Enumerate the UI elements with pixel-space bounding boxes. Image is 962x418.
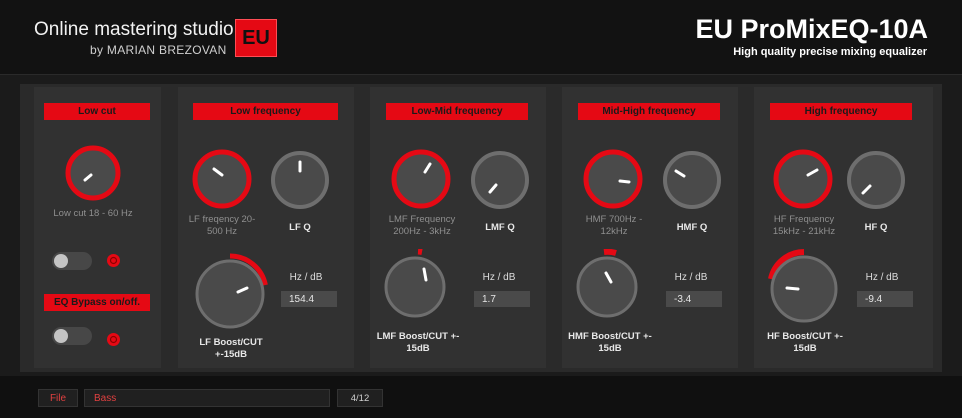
hf-q-caption: HF Q — [864, 222, 888, 233]
lmf-value-display: 1.7 — [474, 291, 530, 307]
hf-frequency-caption: HF Frequency 15kHz - 21kHz — [772, 214, 836, 237]
low-cut-toggle[interactable] — [52, 252, 92, 270]
low-cut-knob-caption: Low cut 18 - 60 Hz — [53, 208, 133, 219]
product-title: EU ProMixEQ-10A — [695, 14, 928, 44]
lf-hz-db-label: Hz / dB — [289, 272, 323, 283]
studio-subtitle: by MARIAN BREZOVAN — [90, 43, 227, 57]
hf-gain-caption: HF Boost/CUT +- 15dB — [767, 331, 843, 354]
hmf-gain-knob[interactable] — [576, 249, 638, 321]
low-cut-label: Low cut — [44, 103, 150, 120]
lmf-frequency-knob[interactable] — [390, 148, 452, 210]
mid-high-frequency-label: Mid-High frequency — [578, 103, 720, 120]
eq-bypass-led-icon[interactable] — [106, 332, 121, 347]
panel-low-frequency: Low frequency LF freqency 20-500 Hz LF Q… — [178, 87, 354, 368]
eq-bypass-toggle[interactable] — [52, 327, 92, 345]
hf-value-display: -9.4 — [857, 291, 913, 307]
hmf-q-caption: HMF Q — [676, 222, 708, 233]
file-button[interactable]: File — [38, 389, 78, 407]
low-cut-knob[interactable] — [63, 143, 123, 203]
panel-low-cut: Low cut Low cut 18 - 60 Hz EQ Bypass on/… — [34, 87, 161, 368]
lmf-hz-db-label: Hz / dB — [482, 272, 516, 283]
high-frequency-label: High frequency — [770, 103, 912, 120]
eu-logo: EU — [235, 19, 277, 57]
lf-q-caption: LF Q — [289, 222, 311, 233]
product-subtitle: High quality precise mixing equalizer — [733, 46, 927, 58]
low-cut-led-icon[interactable] — [106, 253, 121, 268]
preset-name-field[interactable]: Bass — [84, 389, 330, 407]
hmf-frequency-caption: HMF 700Hz - 12kHz — [585, 214, 643, 237]
hmf-q-knob[interactable] — [662, 150, 722, 210]
panel-high-frequency: High frequency HF Frequency 15kHz - 21kH… — [754, 87, 933, 368]
hf-frequency-knob[interactable] — [772, 148, 834, 210]
hmf-frequency-knob[interactable] — [582, 148, 644, 210]
lf-frequency-knob[interactable] — [191, 148, 253, 210]
panel-low-mid-frequency: Low-Mid frequency LMF Frequency 200Hz - … — [370, 87, 546, 368]
lmf-q-knob[interactable] — [470, 150, 530, 210]
panel-mid-high-frequency: Mid-High frequency HMF 700Hz - 12kHz HMF… — [562, 87, 738, 368]
lf-gain-caption: LF Boost/CUT +-15dB — [199, 337, 263, 360]
lmf-q-caption: LMF Q — [485, 222, 515, 233]
preset-page-counter: 4/12 — [337, 389, 383, 407]
lf-q-knob[interactable] — [270, 150, 330, 210]
low-frequency-label: Low frequency — [193, 103, 338, 120]
studio-title: Online mastering studio — [34, 19, 234, 40]
hmf-value-display: -3.4 — [666, 291, 722, 307]
lf-gain-knob[interactable] — [191, 253, 269, 331]
low-mid-frequency-label: Low-Mid frequency — [386, 103, 528, 120]
lf-frequency-caption: LF freqency 20-500 Hz — [188, 214, 256, 237]
hf-q-knob[interactable] — [846, 150, 906, 210]
hf-hz-db-label: Hz / dB — [865, 272, 899, 283]
toggle-thumb — [54, 329, 68, 343]
lmf-frequency-caption: LMF Frequency 200Hz - 3kHz — [388, 214, 456, 237]
hmf-gain-caption: HMF Boost/CUT +- 15dB — [568, 331, 652, 354]
toggle-thumb — [54, 254, 68, 268]
header-bar: Online mastering studio by MARIAN BREZOV… — [0, 0, 962, 75]
lmf-gain-knob[interactable] — [384, 249, 446, 321]
eq-bypass-label: EQ Bypass on/off. — [44, 294, 150, 311]
hmf-hz-db-label: Hz / dB — [674, 272, 708, 283]
hf-gain-knob[interactable] — [766, 249, 842, 325]
lf-value-display: 154.4 — [281, 291, 337, 307]
lmf-gain-caption: LMF Boost/CUT +- 15dB — [376, 331, 460, 354]
